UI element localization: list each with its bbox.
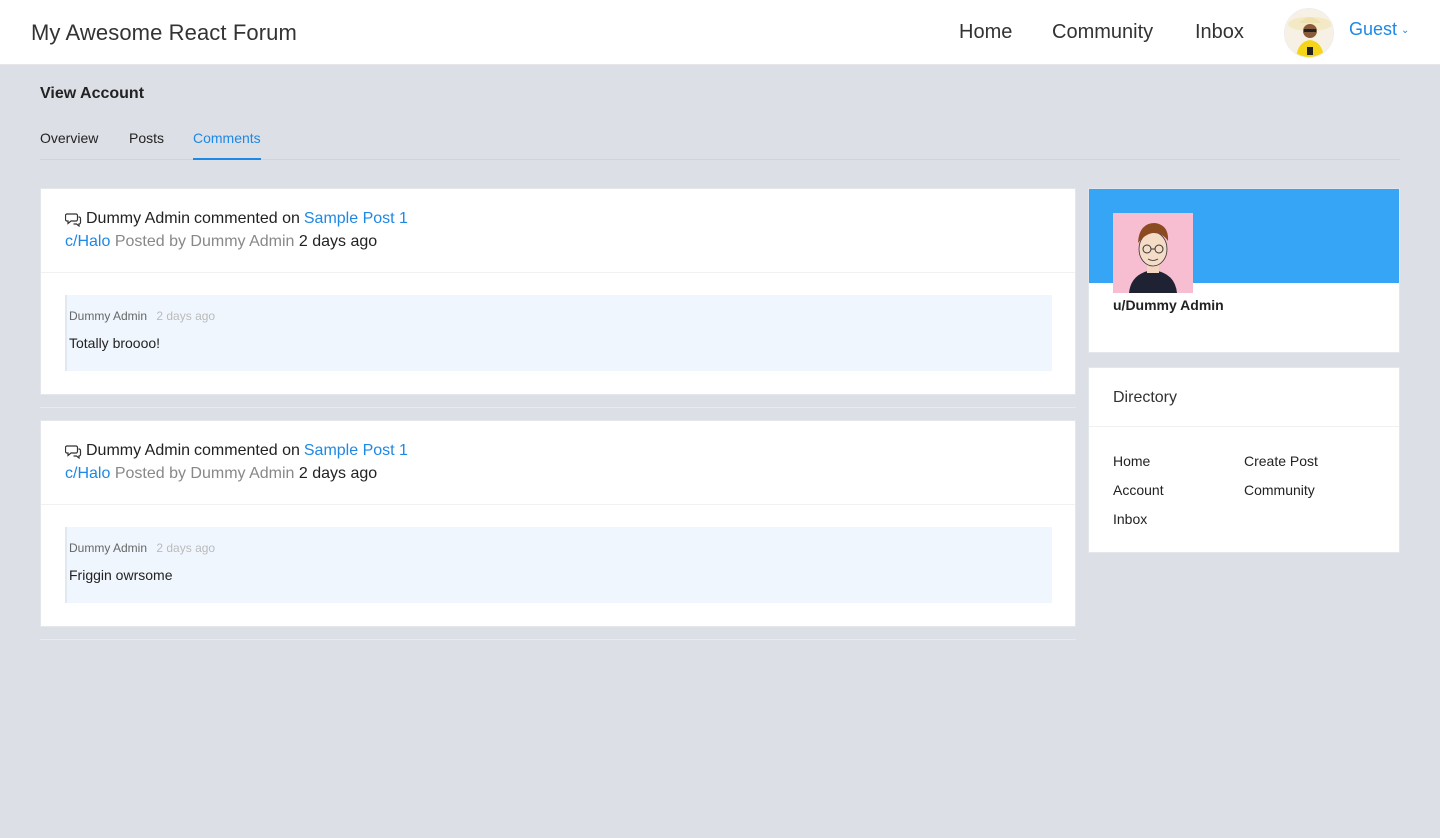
community-link[interactable]: c/Halo xyxy=(65,465,110,482)
comment-quote: Dummy Admin 2 days ago Totally broooo! xyxy=(65,295,1052,371)
tab-posts[interactable]: Posts xyxy=(129,130,164,158)
directory-divider xyxy=(1089,426,1399,427)
quote-time: 2 days ago xyxy=(156,309,216,323)
user-menu-label: Guest xyxy=(1349,19,1398,39)
comment-body: Totally broooo! xyxy=(69,335,161,351)
post-author: Dummy Admin xyxy=(190,465,295,482)
quote-author: Dummy Admin xyxy=(69,541,148,555)
post-title-link[interactable]: Sample Post 1 xyxy=(304,442,408,460)
card-separator xyxy=(40,628,1076,640)
comment-quote: Dummy Admin 2 days ago Friggin owrsome xyxy=(65,527,1052,603)
nav-inbox[interactable]: Inbox xyxy=(1195,21,1244,44)
top-navbar: My Awesome React Forum Home Community In… xyxy=(0,0,1440,65)
posted-by-label: Posted by xyxy=(114,465,186,482)
post-author: Dummy Admin xyxy=(190,233,295,250)
directory-link-community[interactable]: Community xyxy=(1244,482,1315,498)
directory-link-inbox[interactable]: Inbox xyxy=(1113,511,1147,527)
comment-action: commented on xyxy=(194,442,300,459)
directory-link-account[interactable]: Account xyxy=(1113,482,1164,498)
directory-link-home[interactable]: Home xyxy=(1113,453,1150,469)
user-avatar[interactable] xyxy=(1284,8,1334,58)
tab-overview[interactable]: Overview xyxy=(40,130,98,158)
post-time: 2 days ago xyxy=(298,465,378,482)
card-divider xyxy=(41,272,1075,273)
quote-time: 2 days ago xyxy=(156,541,216,555)
comment-body: Friggin owrsome xyxy=(69,567,173,583)
tab-comments[interactable]: Comments xyxy=(193,130,261,160)
posted-by-label: Posted by xyxy=(114,233,186,250)
nav-community[interactable]: Community xyxy=(1052,21,1153,44)
comment-card: Dummy Admin commented on Sample Post 1 c… xyxy=(40,420,1076,627)
user-menu-dropdown[interactable]: Guest ⌄ xyxy=(1349,19,1409,40)
profile-avatar xyxy=(1113,213,1193,293)
site-brand[interactable]: My Awesome React Forum xyxy=(31,20,297,46)
speech-bubbles-icon xyxy=(65,445,82,459)
directory-title: Directory xyxy=(1113,389,1178,406)
comment-author: Dummy Admin xyxy=(86,210,191,227)
directory-link-create-post[interactable]: Create Post xyxy=(1244,453,1318,469)
post-title-link[interactable]: Sample Post 1 xyxy=(304,210,408,228)
card-divider xyxy=(41,504,1075,505)
avatar-illustration xyxy=(1285,9,1333,57)
profile-avatar-illustration xyxy=(1113,213,1193,293)
community-link[interactable]: c/Halo xyxy=(65,233,110,250)
quote-author: Dummy Admin xyxy=(69,309,148,323)
page-title: View Account xyxy=(40,85,145,102)
directory-card: Directory Home Create Post Account Commu… xyxy=(1088,367,1400,553)
chevron-down-icon: ⌄ xyxy=(1401,25,1410,36)
speech-bubbles-icon xyxy=(65,213,82,227)
profile-username: u/Dummy Admin xyxy=(1113,297,1224,313)
card-separator xyxy=(40,396,1076,408)
comment-action: commented on xyxy=(194,210,300,227)
post-time: 2 days ago xyxy=(298,233,378,250)
comment-card: Dummy Admin commented on Sample Post 1 c… xyxy=(40,188,1076,395)
nav-home[interactable]: Home xyxy=(959,21,1012,44)
account-tabs: Overview Posts Comments xyxy=(40,118,1400,160)
comment-author: Dummy Admin xyxy=(86,442,191,459)
profile-card: u/Dummy Admin xyxy=(1088,188,1400,353)
